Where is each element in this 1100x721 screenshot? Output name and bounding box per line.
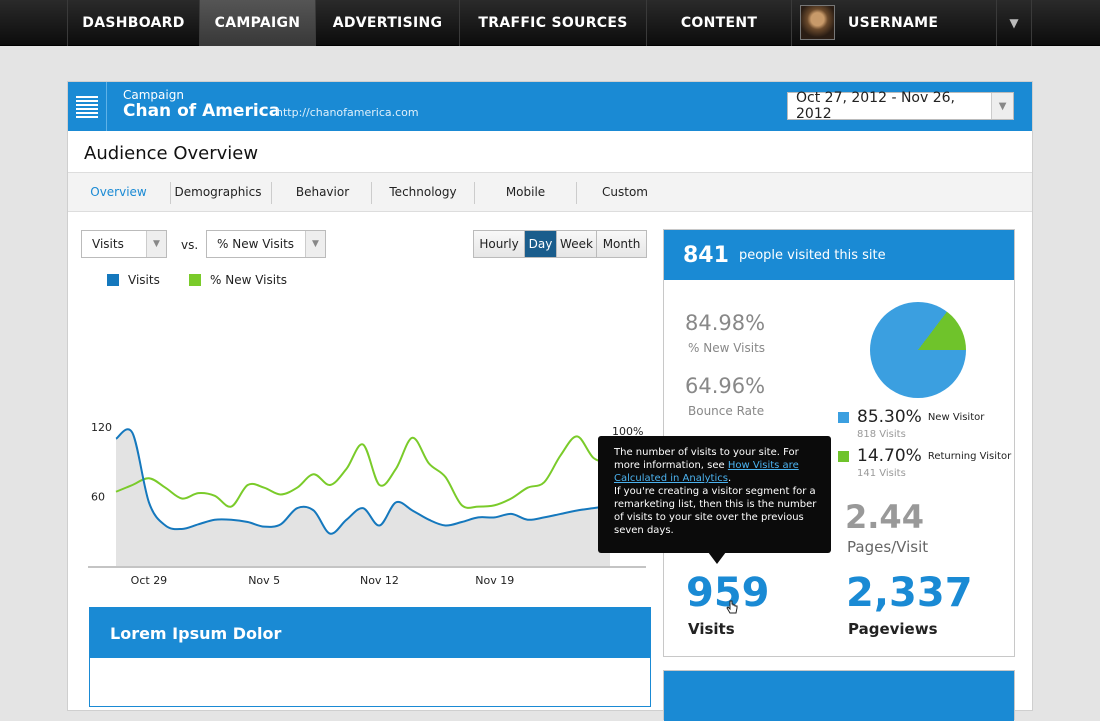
pages-per-visit: 2.44 bbox=[845, 498, 924, 536]
tab-bar: Overview Demographics Behavior Technolog… bbox=[68, 172, 1032, 212]
tab-behavior[interactable]: Behavior bbox=[272, 173, 373, 211]
nav-content[interactable]: CONTENT bbox=[646, 0, 791, 46]
pie-legend-new: 85.30% New Visitor bbox=[838, 407, 984, 427]
page-title: Audience Overview bbox=[84, 143, 259, 164]
tooltip-tail bbox=[708, 552, 726, 564]
chevron-down-icon: ▼ bbox=[146, 231, 166, 257]
visits-area bbox=[116, 429, 610, 566]
menu-icon[interactable] bbox=[68, 82, 107, 131]
metric-select-primary[interactable]: Visits ▼ bbox=[81, 230, 167, 258]
tab-mobile[interactable]: Mobile bbox=[475, 173, 576, 211]
new-visits-pct: 84.98% bbox=[685, 311, 766, 335]
tab-technology[interactable]: Technology bbox=[372, 173, 474, 211]
nav-dashboard[interactable]: DASHBOARD bbox=[67, 0, 199, 46]
pie-returning-visits: 141 Visits bbox=[857, 468, 906, 479]
granularity-week[interactable]: Week bbox=[557, 231, 597, 257]
top-navigation: DASHBOARD CAMPAIGN ADVERTISING TRAFFIC S… bbox=[0, 0, 1100, 46]
nav-traffic-sources[interactable]: TRAFFIC SOURCES bbox=[459, 0, 646, 46]
legend-swatch bbox=[107, 274, 119, 286]
pageviews-count[interactable]: 2,337 bbox=[846, 570, 973, 616]
secondary-card bbox=[663, 670, 1015, 721]
visitor-pie-chart bbox=[870, 302, 966, 398]
x-tick-label: Nov 19 bbox=[475, 574, 514, 587]
visits-chart: 12060100%Oct 29 Nov 5 Nov 12 Nov 19 bbox=[88, 421, 646, 587]
bounce-rate-label: Bounce Rate bbox=[688, 404, 765, 418]
bounce-rate: 64.96% bbox=[685, 374, 766, 398]
people-count: 841 bbox=[683, 242, 729, 268]
x-tick-label: Oct 29 bbox=[131, 574, 168, 587]
campaign-header: Campaign Chan of America http://chanofam… bbox=[68, 82, 1032, 131]
hand-cursor-icon bbox=[726, 600, 738, 614]
stats-card-header: 841 people visited this site bbox=[664, 230, 1014, 280]
granularity-month[interactable]: Month bbox=[597, 231, 646, 257]
campaign-url[interactable]: http://chanofamerica.com bbox=[276, 106, 419, 119]
legend-swatch bbox=[838, 411, 849, 423]
campaign-name: Chan of America bbox=[123, 101, 281, 121]
lorem-card: Lorem Ipsum Dolor bbox=[89, 607, 651, 707]
series-new-visits-line bbox=[115, 435, 611, 509]
nav-campaign[interactable]: CAMPAIGN bbox=[199, 0, 315, 46]
avatar[interactable] bbox=[800, 5, 835, 40]
tab-custom[interactable]: Custom bbox=[577, 173, 673, 211]
visits-label: Visits bbox=[688, 620, 735, 638]
campaign-label: Campaign bbox=[123, 88, 184, 102]
legend-swatch bbox=[189, 274, 201, 286]
chevron-down-icon[interactable]: ▼ bbox=[996, 0, 1032, 46]
granularity-day[interactable]: Day bbox=[525, 231, 557, 257]
pageviews-label: Pageviews bbox=[848, 620, 938, 638]
granularity-toggle: Hourly Day Week Month bbox=[473, 230, 647, 258]
legend-swatch bbox=[838, 450, 849, 462]
x-tick-label: Nov 5 bbox=[248, 574, 280, 587]
pages-per-visit-label: Pages/Visit bbox=[847, 538, 929, 556]
visits-tooltip: The number of visits to your site. For m… bbox=[598, 436, 831, 553]
granularity-hourly[interactable]: Hourly bbox=[474, 231, 525, 257]
y-left-tick-label: 120 bbox=[91, 421, 112, 434]
legend-visits: Visits bbox=[107, 273, 160, 287]
chevron-down-icon: ▼ bbox=[305, 231, 325, 257]
chevron-down-icon[interactable]: ▼ bbox=[991, 93, 1013, 119]
lorem-card-title: Lorem Ipsum Dolor bbox=[90, 608, 650, 658]
x-tick-label: Nov 12 bbox=[360, 574, 399, 587]
secondary-card-header bbox=[664, 671, 1014, 721]
nav-advertising[interactable]: ADVERTISING bbox=[315, 0, 459, 46]
people-count-label: people visited this site bbox=[738, 247, 886, 263]
y-left-tick-label: 60 bbox=[91, 491, 105, 504]
metric-select-compare[interactable]: % New Visits ▼ bbox=[206, 230, 326, 258]
date-range-select[interactable]: Oct 27, 2012 - Nov 26, 2012 ▼ bbox=[787, 90, 1014, 122]
pie-new-visits: 818 Visits bbox=[857, 429, 906, 440]
legend-new-visits: % New Visits bbox=[189, 273, 287, 287]
main-panel: Campaign Chan of America http://chanofam… bbox=[67, 81, 1033, 721]
pie-legend-returning: 14.70% Returning Visitor bbox=[838, 446, 1011, 466]
new-visits-label: % New Visits bbox=[688, 341, 766, 355]
tab-overview[interactable]: Overview bbox=[78, 173, 159, 211]
tab-demographics[interactable]: Demographics bbox=[171, 173, 265, 211]
date-range-value: Oct 27, 2012 - Nov 26, 2012 bbox=[796, 90, 955, 122]
vs-label: vs. bbox=[181, 238, 199, 252]
